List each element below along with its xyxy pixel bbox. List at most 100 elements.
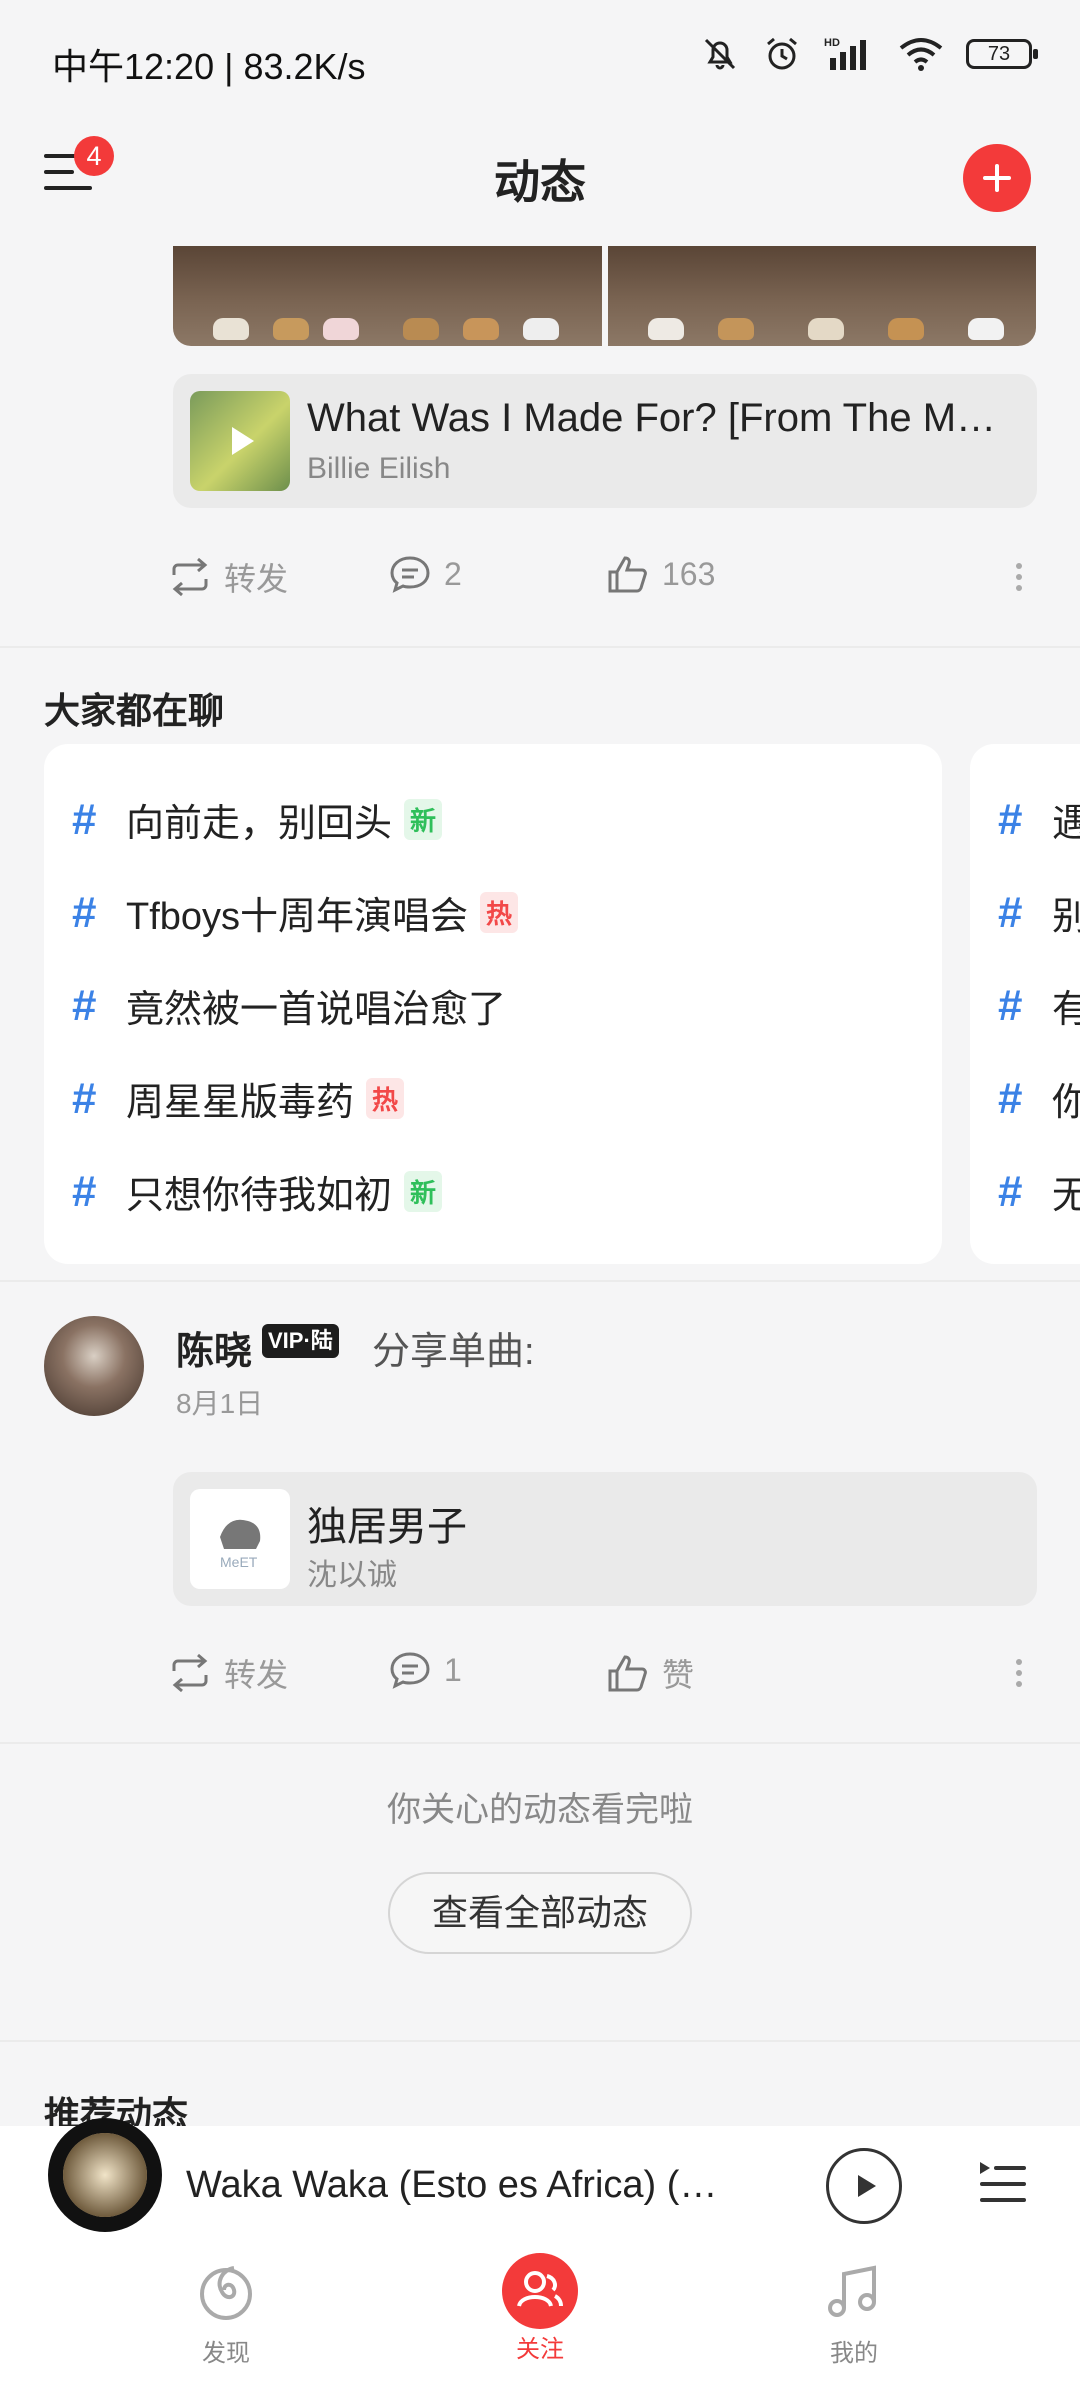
hot-tag: 热 [366, 1078, 405, 1119]
status-time: 中午12:20 | 83.2K/s [52, 46, 366, 87]
comment-button[interactable]: 1 [388, 1650, 462, 1690]
divider [0, 2040, 1080, 2042]
album-art-image: MeET [220, 1519, 261, 1570]
more-options-icon[interactable] [1014, 558, 1024, 596]
view-all-button[interactable]: 查看全部动态 [388, 1872, 692, 1954]
post-date: 8月1日 [176, 1388, 264, 1419]
discover-icon [200, 2266, 252, 2320]
add-post-button[interactable] [963, 144, 1031, 212]
battery-icon: 73 [966, 39, 1038, 69]
topic-item[interactable]: # 无 [998, 1164, 1080, 1219]
follow-icon [502, 2253, 578, 2329]
comment-icon [390, 556, 430, 593]
hashtag-icon: # [998, 1073, 1023, 1123]
topic-item[interactable]: # 向前走，别回头 新 [72, 792, 443, 847]
share-label: 分享单曲: [372, 1331, 535, 1373]
topic-item[interactable]: # 别 [998, 885, 1080, 940]
topic-text: 无 [1052, 1175, 1080, 1217]
topic-card: # 向前走，别回头 新 # Tfboys十周年演唱会 热 # 竟然被一首说唱治愈… [44, 744, 942, 1264]
comment-button[interactable]: 2 [388, 554, 462, 594]
topic-text: 遇 [1052, 803, 1080, 845]
post-image[interactable] [173, 246, 602, 346]
album-art[interactable]: MeET [190, 1489, 290, 1589]
nav-mine[interactable]: 我的 [754, 2260, 954, 2368]
thumbs-up-icon [608, 1655, 647, 1692]
repost-label: 转发 [224, 561, 289, 597]
hashtag-icon: # [998, 1166, 1023, 1216]
song-artist: Billie Eilish [307, 452, 451, 485]
comment-count: 2 [444, 555, 462, 592]
album-disc[interactable] [48, 2118, 162, 2232]
signal-icon: HD [824, 37, 866, 70]
now-playing-title[interactable]: Waka Waka (Esto es Africa) (… [186, 2164, 726, 2207]
like-button[interactable]: 163 [606, 554, 715, 594]
divider [0, 646, 1080, 648]
repost-icon [172, 557, 208, 597]
feed-end-text: 你关心的动态看完啦 [387, 1791, 693, 1829]
status-icons: HD 73 [700, 34, 1038, 74]
page-title: 动态 [494, 156, 586, 208]
nav-discover[interactable]: 发现 [126, 2260, 326, 2368]
play-icon [858, 2175, 876, 2197]
divider [0, 1280, 1080, 1282]
topic-item[interactable]: # Tfboys十周年演唱会 热 [72, 885, 519, 940]
comment-icon [390, 1652, 430, 1689]
hashtag-icon: # [998, 980, 1023, 1030]
play-button[interactable] [826, 2148, 902, 2224]
hot-tag: 热 [480, 892, 519, 933]
topic-item[interactable]: # 有 [998, 978, 1080, 1033]
like-label: 赞 [662, 1657, 695, 1693]
mute-bell-icon [704, 38, 736, 70]
post-image-strip[interactable] [173, 246, 1036, 346]
topic-text: 只想你待我如初 [126, 1175, 393, 1217]
topic-text: 向前走，别回头 [126, 803, 393, 845]
hashtag-icon: # [72, 794, 97, 844]
topic-item[interactable]: # 周星星版毒药 热 [72, 1071, 405, 1126]
user-name[interactable]: 陈晓 [176, 1320, 252, 1375]
topic-card-next[interactable]: # 遇 # 别 # 有 # 你 # 无 [970, 744, 1080, 1264]
repost-icon [172, 1653, 208, 1693]
nav-label: 关注 [516, 2336, 564, 2363]
shared-song-card[interactable]: What Was I Made For? [From The M… Billie… [173, 374, 1037, 508]
hashtag-icon: # [72, 1166, 97, 1216]
section-title-topics: 大家都在聊 [44, 690, 225, 731]
topic-text: 你 [1052, 1082, 1080, 1124]
vip-badge: VIP·陆 [262, 1324, 339, 1358]
music-note-icon [828, 2265, 876, 2317]
like-count: 163 [662, 555, 716, 592]
hashtag-icon: # [72, 1073, 97, 1123]
nav-label: 我的 [830, 2340, 878, 2367]
topic-item[interactable]: # 你 [998, 1071, 1080, 1126]
album-art[interactable] [190, 391, 290, 491]
shared-song-card[interactable]: MeET 独居男子 沈以诚 [173, 1472, 1037, 1606]
nav-follow[interactable]: 关注 [440, 2253, 640, 2364]
wifi-icon [899, 38, 943, 71]
post-image[interactable] [607, 246, 1036, 346]
album-art-image [63, 2133, 147, 2217]
hashtag-icon: # [72, 980, 97, 1030]
topic-text: 周星星版毒药 [126, 1082, 355, 1124]
avatar[interactable] [44, 1316, 144, 1416]
topic-text: 别 [1052, 896, 1080, 938]
song-title: What Was I Made For? [From The M… [307, 396, 997, 440]
svg-text:HD: HD [824, 37, 840, 49]
hashtag-icon: # [998, 794, 1023, 844]
more-options-icon[interactable] [1014, 1654, 1024, 1692]
song-artist: 沈以诚 [307, 1559, 397, 1592]
hashtag-icon: # [72, 887, 97, 937]
playlist-icon[interactable] [976, 2156, 1030, 2210]
like-button[interactable]: 赞 [606, 1650, 694, 1696]
repost-button[interactable]: 转发 [168, 1650, 288, 1696]
topic-item[interactable]: # 遇 [998, 792, 1080, 847]
repost-button[interactable]: 转发 [168, 554, 288, 600]
song-title: 独居男子 [307, 1505, 467, 1549]
divider [0, 1742, 1080, 1744]
topic-text: Tfboys十周年演唱会 [126, 896, 469, 938]
nav-label: 发现 [202, 2340, 250, 2367]
topic-item[interactable]: # 只想你待我如初 新 [72, 1164, 443, 1219]
topic-text: 竟然被一首说唱治愈了 [126, 989, 507, 1031]
hashtag-icon: # [998, 887, 1023, 937]
alarm-icon [767, 37, 797, 70]
topic-item[interactable]: # 竟然被一首说唱治愈了 [72, 978, 506, 1033]
play-icon [232, 427, 254, 455]
